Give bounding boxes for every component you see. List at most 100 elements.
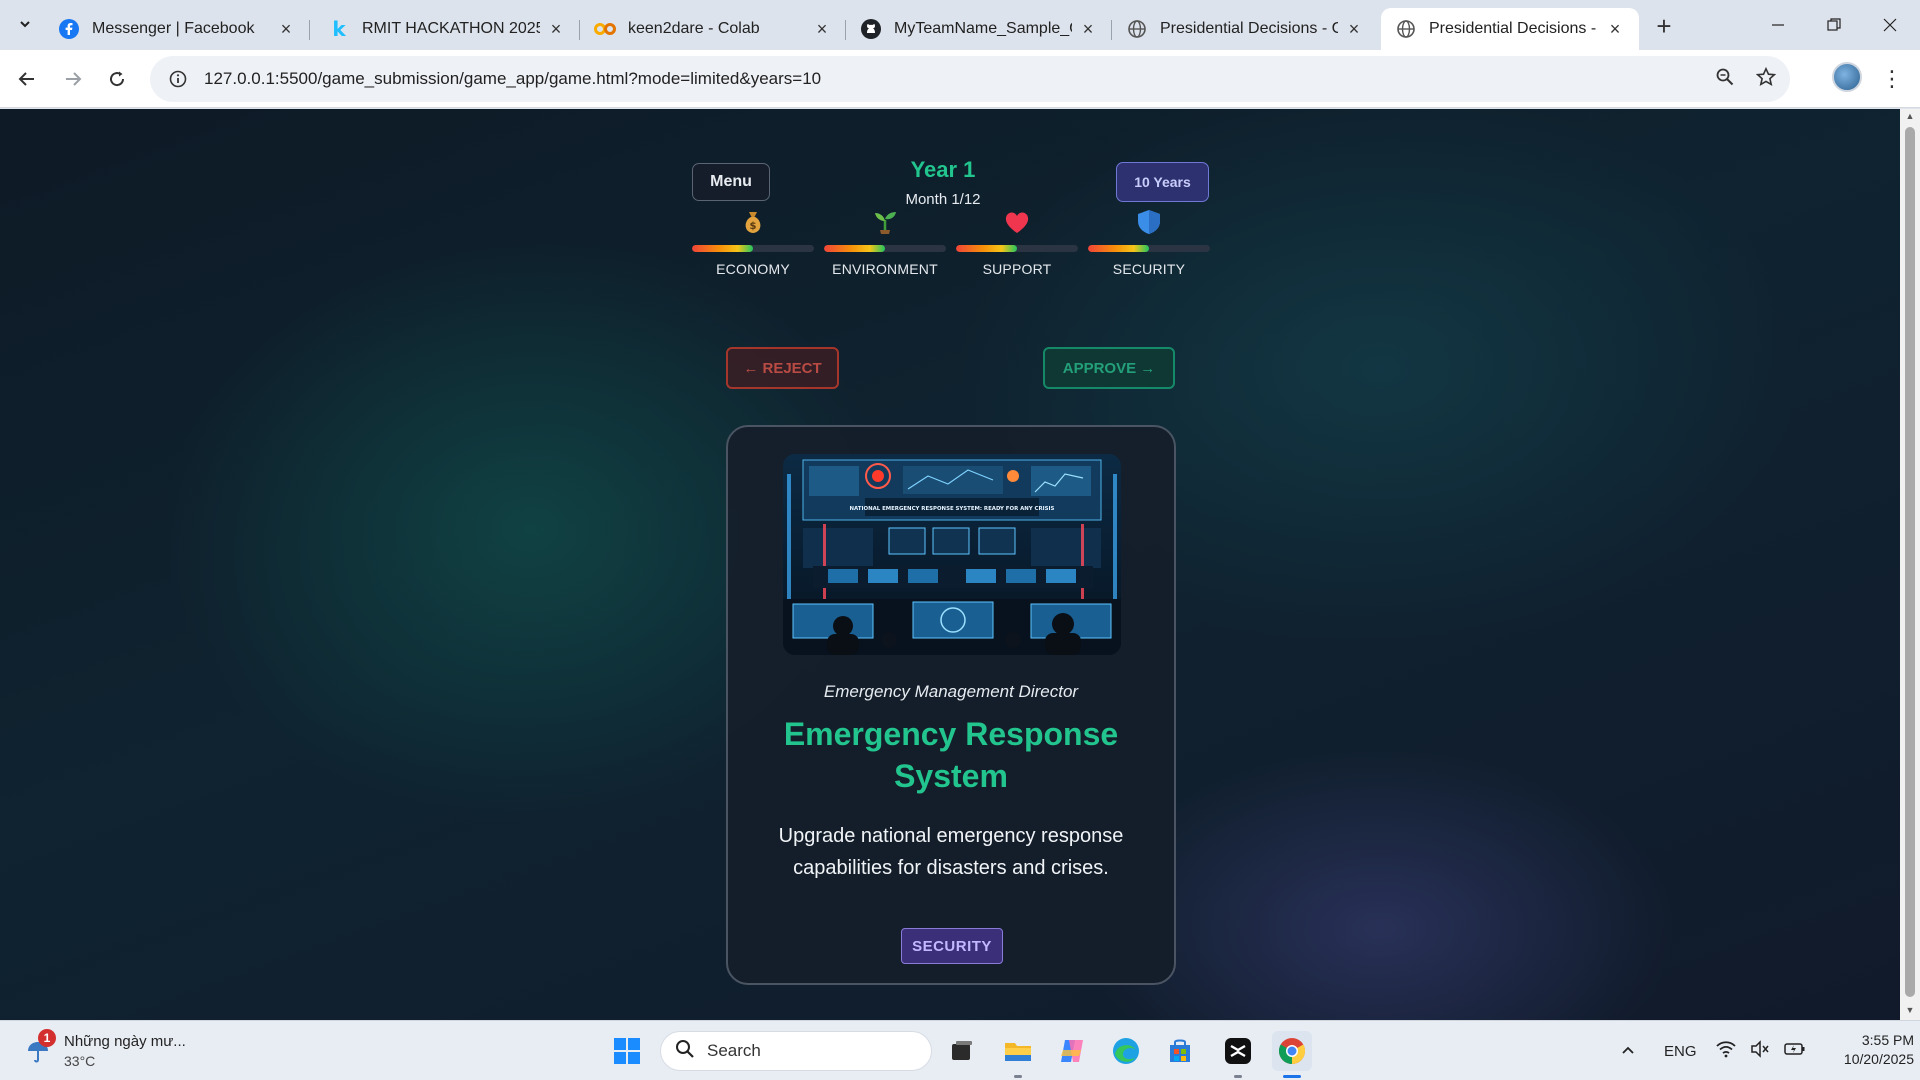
capcut-icon[interactable]: [1218, 1031, 1258, 1071]
page-scrollbar[interactable]: ▲ ▼: [1900, 109, 1920, 1020]
zoom-icon[interactable]: [1716, 68, 1734, 91]
scroll-down-arrow[interactable]: ▼: [1904, 1005, 1916, 1017]
globe-icon: [1126, 18, 1148, 40]
approve-button[interactable]: APPROVE →: [1043, 347, 1175, 389]
file-explorer-icon[interactable]: [998, 1031, 1038, 1071]
task-view-icon[interactable]: [942, 1031, 982, 1071]
reject-button[interactable]: ← REJECT: [726, 347, 839, 389]
tab-colab[interactable]: keen2dare - Colab ×: [580, 8, 846, 50]
money-bag-icon: $: [738, 207, 768, 237]
tab-presidential-decisions[interactable]: Presidential Decisions - Ga ×: [1112, 8, 1378, 50]
stat-support: SUPPORT: [956, 207, 1078, 277]
card-image: NATIONAL EMERGENCY RESPONSE SYSTEM: READ…: [783, 454, 1121, 655]
more-options-icon[interactable]: ⋮: [1880, 64, 1904, 94]
economy-meter: [692, 245, 814, 252]
battery-icon[interactable]: [1784, 1041, 1806, 1061]
game-mode-button[interactable]: 10 Years: [1116, 162, 1209, 202]
language-indicator[interactable]: ENG: [1664, 1021, 1697, 1080]
tab-github[interactable]: MyTeamName_Sample_Ga ×: [846, 8, 1112, 50]
chrome-icon[interactable]: [1272, 1031, 1312, 1071]
stat-security: SECURITY: [1088, 207, 1210, 277]
volume-muted-icon[interactable]: [1750, 1040, 1770, 1062]
back-button[interactable]: [10, 62, 44, 96]
menu-button[interactable]: Menu: [692, 163, 770, 201]
card-title: Emergency Response System: [783, 716, 1119, 794]
github-icon: [860, 18, 882, 40]
microsoft-store-icon[interactable]: [1160, 1031, 1200, 1071]
svg-text:$: $: [750, 221, 757, 232]
close-icon[interactable]: ×: [546, 19, 566, 39]
decision-card[interactable]: NATIONAL EMERGENCY RESPONSE SYSTEM: READ…: [726, 425, 1176, 985]
stat-environment: ENVIRONMENT: [824, 207, 946, 277]
support-meter-fill: [956, 245, 1017, 252]
edge-icon[interactable]: [1106, 1031, 1146, 1071]
security-meter-fill: [1088, 245, 1149, 252]
site-info-icon[interactable]: [158, 70, 198, 88]
kaggle-icon: k: [332, 17, 346, 41]
weather-text: Những ngày mư...: [64, 1033, 186, 1050]
shield-icon: [1134, 207, 1164, 237]
show-hidden-icons[interactable]: [1620, 1021, 1636, 1080]
facebook-icon: [58, 18, 80, 40]
weather-temp: 33°C: [64, 1053, 96, 1069]
tab-rmit-hackathon[interactable]: k RMIT HACKATHON 2025 | ×: [314, 8, 580, 50]
month-label: Month 1/12: [905, 191, 981, 208]
address-bar[interactable]: 127.0.0.1:5500/game_submission/game_app/…: [150, 56, 1790, 102]
running-indicator: [1014, 1075, 1022, 1078]
card-description: Upgrade national emergency response capa…: [778, 825, 1124, 879]
close-icon[interactable]: ×: [276, 19, 296, 39]
close-icon[interactable]: ×: [1078, 19, 1098, 39]
search-icon: [675, 1039, 695, 1064]
heart-icon: [1002, 207, 1032, 237]
taskbar: 1 Những ngày mư... 33°C Search ENG 3:55 …: [0, 1020, 1920, 1080]
notification-badge: 1: [38, 1029, 56, 1047]
seedling-icon: [870, 207, 900, 237]
profile-avatar[interactable]: [1832, 62, 1862, 92]
security-meter: [1088, 245, 1210, 252]
tab-title: Presidential Decisions - Ga: [1429, 20, 1599, 37]
close-icon[interactable]: ×: [1605, 19, 1625, 39]
support-meter: [956, 245, 1078, 252]
tab-search-button[interactable]: [10, 10, 40, 40]
reload-button[interactable]: [100, 62, 134, 96]
category-badge: SECURITY: [901, 928, 1003, 964]
tab-title: RMIT HACKATHON 2025 |: [362, 20, 540, 37]
chevron-down-icon: [18, 17, 32, 34]
tab-title: keen2dare - Colab: [628, 20, 760, 37]
clock-time: 3:55 PM: [1861, 1032, 1914, 1048]
restore-button[interactable]: [1814, 8, 1854, 42]
weather-widget[interactable]: 1 Những ngày mư... 33°C: [22, 1029, 202, 1073]
forward-button[interactable]: [56, 62, 90, 96]
environment-meter: [824, 245, 946, 252]
tab-presidential-decisions-active[interactable]: Presidential Decisions - Ga ×: [1381, 8, 1639, 50]
stat-economy: $ ECONOMY: [692, 207, 814, 277]
taskbar-search[interactable]: Search: [660, 1031, 932, 1071]
wifi-icon[interactable]: [1716, 1040, 1736, 1062]
image-banner-text: NATIONAL EMERGENCY RESPONSE SYSTEM: READ…: [850, 506, 1055, 512]
tab-title: MyTeamName_Sample_Ga: [894, 20, 1072, 37]
close-icon[interactable]: ×: [1344, 19, 1364, 39]
colab-icon: [594, 18, 616, 40]
url-text[interactable]: 127.0.0.1:5500/game_submission/game_app/…: [204, 69, 821, 89]
browser-toolbar: 127.0.0.1:5500/game_submission/game_app/…: [0, 50, 1920, 108]
running-indicator: [1234, 1075, 1242, 1078]
bookmark-star-icon[interactable]: [1755, 66, 1777, 92]
clock-date: 10/20/2025: [1843, 1051, 1914, 1067]
running-indicator-active: [1283, 1075, 1301, 1078]
search-placeholder: Search: [707, 1041, 761, 1060]
game-page: Menu Year 1 Month 1/12 10 Years $ ECONOM…: [0, 109, 1900, 1020]
scroll-up-arrow[interactable]: ▲: [1904, 111, 1916, 123]
close-icon[interactable]: ×: [812, 19, 832, 39]
browser-tab-strip: Messenger | Facebook × k RMIT HACKATHON …: [0, 0, 1920, 50]
stat-label: SECURITY: [1112, 261, 1186, 277]
close-window-button[interactable]: [1870, 8, 1910, 42]
minimize-button[interactable]: [1758, 8, 1798, 42]
scroll-thumb[interactable]: [1905, 127, 1915, 997]
tab-messenger[interactable]: Messenger | Facebook ×: [44, 8, 310, 50]
system-tray[interactable]: [1716, 1021, 1806, 1080]
copilot-icon[interactable]: [1052, 1031, 1092, 1071]
clock[interactable]: 3:55 PM 10/20/2025: [1810, 1031, 1914, 1069]
new-tab-button[interactable]: +: [1650, 11, 1678, 41]
tab-title: Messenger | Facebook: [92, 20, 255, 37]
start-button[interactable]: [607, 1031, 647, 1071]
